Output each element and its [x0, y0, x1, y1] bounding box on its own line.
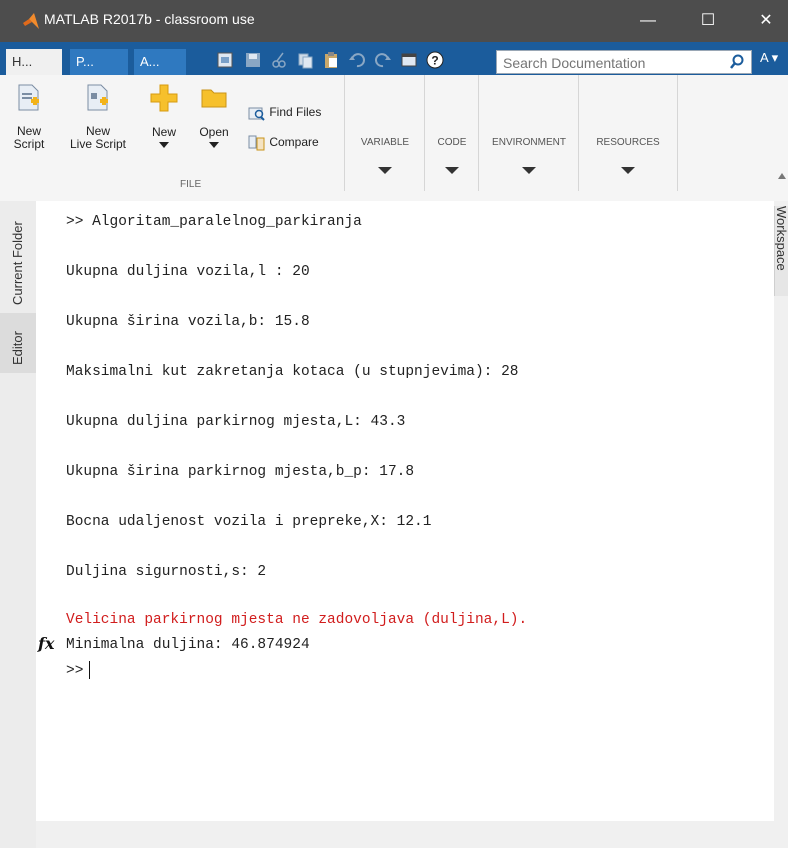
code-section[interactable]: CODE: [424, 75, 479, 191]
environment-section-label: ENVIRONMENT: [492, 137, 566, 148]
find-files-button[interactable]: Find Files: [248, 105, 321, 121]
prompt-symbol: >>: [66, 662, 84, 679]
console-line: Bocna udaljenost vozila i prepreke,X: 12…: [66, 514, 432, 530]
window-title: MATLAB R2017b - classroom use: [44, 11, 255, 27]
open-dropdown-icon[interactable]: [209, 142, 219, 148]
resources-dropdown-icon[interactable]: [621, 167, 635, 174]
left-sidebar: Current Folder Editor: [0, 201, 37, 848]
close-button[interactable]: ✕: [746, 6, 786, 36]
new-script-label-2: Script: [13, 137, 45, 151]
new-live-script-label-1: New: [85, 124, 110, 138]
variable-section[interactable]: VARIABLE: [344, 75, 425, 191]
open-button[interactable]: Open: [196, 83, 232, 148]
tab-plots[interactable]: P...: [70, 49, 128, 75]
workspace-label: Workspace: [774, 206, 788, 271]
current-folder-tab[interactable]: Current Folder: [0, 205, 36, 305]
svg-text:?: ?: [431, 54, 438, 68]
workspace-tab[interactable]: Workspace: [774, 206, 788, 296]
new-script-icon: [18, 84, 39, 111]
collapse-toolstrip-icon[interactable]: [778, 173, 786, 179]
editor-label: Editor: [10, 331, 25, 365]
compare-button[interactable]: Compare: [248, 135, 319, 151]
account-menu[interactable]: A ▾: [760, 50, 778, 66]
copy-icon[interactable]: [296, 51, 314, 69]
new-label: New: [151, 125, 176, 139]
function-browser-icon[interactable]: fx: [38, 634, 54, 653]
open-label: Open: [199, 125, 229, 139]
environment-section[interactable]: ENVIRONMENT: [478, 75, 579, 191]
resources-section[interactable]: RESOURCES: [578, 75, 678, 191]
new-live-script-button[interactable]: New Live Script: [68, 83, 128, 151]
find-files-label: Find Files: [269, 105, 322, 120]
minimize-button[interactable]: —: [628, 6, 668, 36]
console-line: Ukupna širina vozila,b: 15.8: [66, 314, 310, 330]
compare-label: Compare: [269, 135, 319, 150]
matlab-logo-icon: [23, 13, 39, 29]
folder-icon: [201, 89, 227, 108]
redo-icon[interactable]: [374, 51, 392, 69]
console-result-line: Minimalna duljina: 46.874924: [66, 637, 310, 653]
resources-section-label: RESOURCES: [596, 137, 660, 148]
command-prompt[interactable]: >>: [66, 661, 91, 679]
switch-windows-icon[interactable]: [400, 51, 418, 69]
search-input[interactable]: [501, 52, 725, 74]
new-button[interactable]: New: [146, 83, 182, 148]
find-files-icon: [248, 107, 265, 121]
file-section-label: FILE: [180, 179, 202, 190]
code-section-label: CODE: [437, 137, 467, 148]
help-icon[interactable]: ?: [426, 51, 444, 69]
console-line: Duljina sigurnosti,s: 2: [66, 564, 267, 580]
command-window[interactable]: >> Algoritam_paralelnog_parkiranja Ukupn…: [36, 201, 774, 821]
new-live-script-label-2: Live Script: [69, 137, 127, 151]
cut-icon[interactable]: [270, 51, 288, 69]
undo-icon[interactable]: [348, 51, 366, 69]
console-line-command: >> Algoritam_paralelnog_parkiranja: [66, 214, 362, 230]
maximize-button[interactable]: ☐: [688, 6, 728, 36]
search-icon[interactable]: [729, 54, 745, 70]
console-line: Ukupna širina parkirnog mjesta,b_p: 17.8: [66, 464, 415, 480]
environment-dropdown-icon[interactable]: [522, 167, 536, 174]
tab-apps[interactable]: A...: [134, 49, 186, 75]
toolstrip: New Script New Live Script New Open Find F…: [0, 75, 788, 202]
new-script-button[interactable]: New Script: [6, 83, 52, 151]
right-sidebar: [774, 201, 788, 848]
title-bar: MATLAB R2017b - classroom use — ☐ ✕: [0, 0, 788, 42]
plus-icon: [150, 84, 178, 112]
console-error-line: Velicina parkirnog mjesta ne zadovoljava…: [66, 612, 528, 628]
console-line: Maksimalni kut zakretanja kotaca (u stup…: [66, 364, 519, 380]
code-dropdown-icon[interactable]: [445, 167, 459, 174]
save-icon[interactable]: [244, 51, 262, 69]
paste-icon[interactable]: [322, 51, 340, 69]
variable-section-label: VARIABLE: [360, 137, 410, 148]
tab-home[interactable]: H...: [6, 49, 62, 75]
text-cursor: [89, 661, 91, 679]
compare-icon: [248, 135, 265, 151]
variable-dropdown-icon[interactable]: [378, 167, 392, 174]
editor-tab[interactable]: Editor: [0, 313, 36, 373]
new-script-label-1: New: [16, 124, 41, 138]
console-line: Ukupna duljina parkirnog mjesta,L: 43.3: [66, 414, 406, 430]
new-live-script-icon: [87, 84, 108, 111]
console-line: Ukupna duljina vozila,l : 20: [66, 264, 310, 280]
preferences-icon[interactable]: [216, 51, 234, 69]
new-dropdown-icon[interactable]: [159, 142, 169, 148]
status-area: [36, 821, 774, 848]
search-box: [496, 50, 752, 74]
current-folder-label: Current Folder: [10, 221, 25, 305]
